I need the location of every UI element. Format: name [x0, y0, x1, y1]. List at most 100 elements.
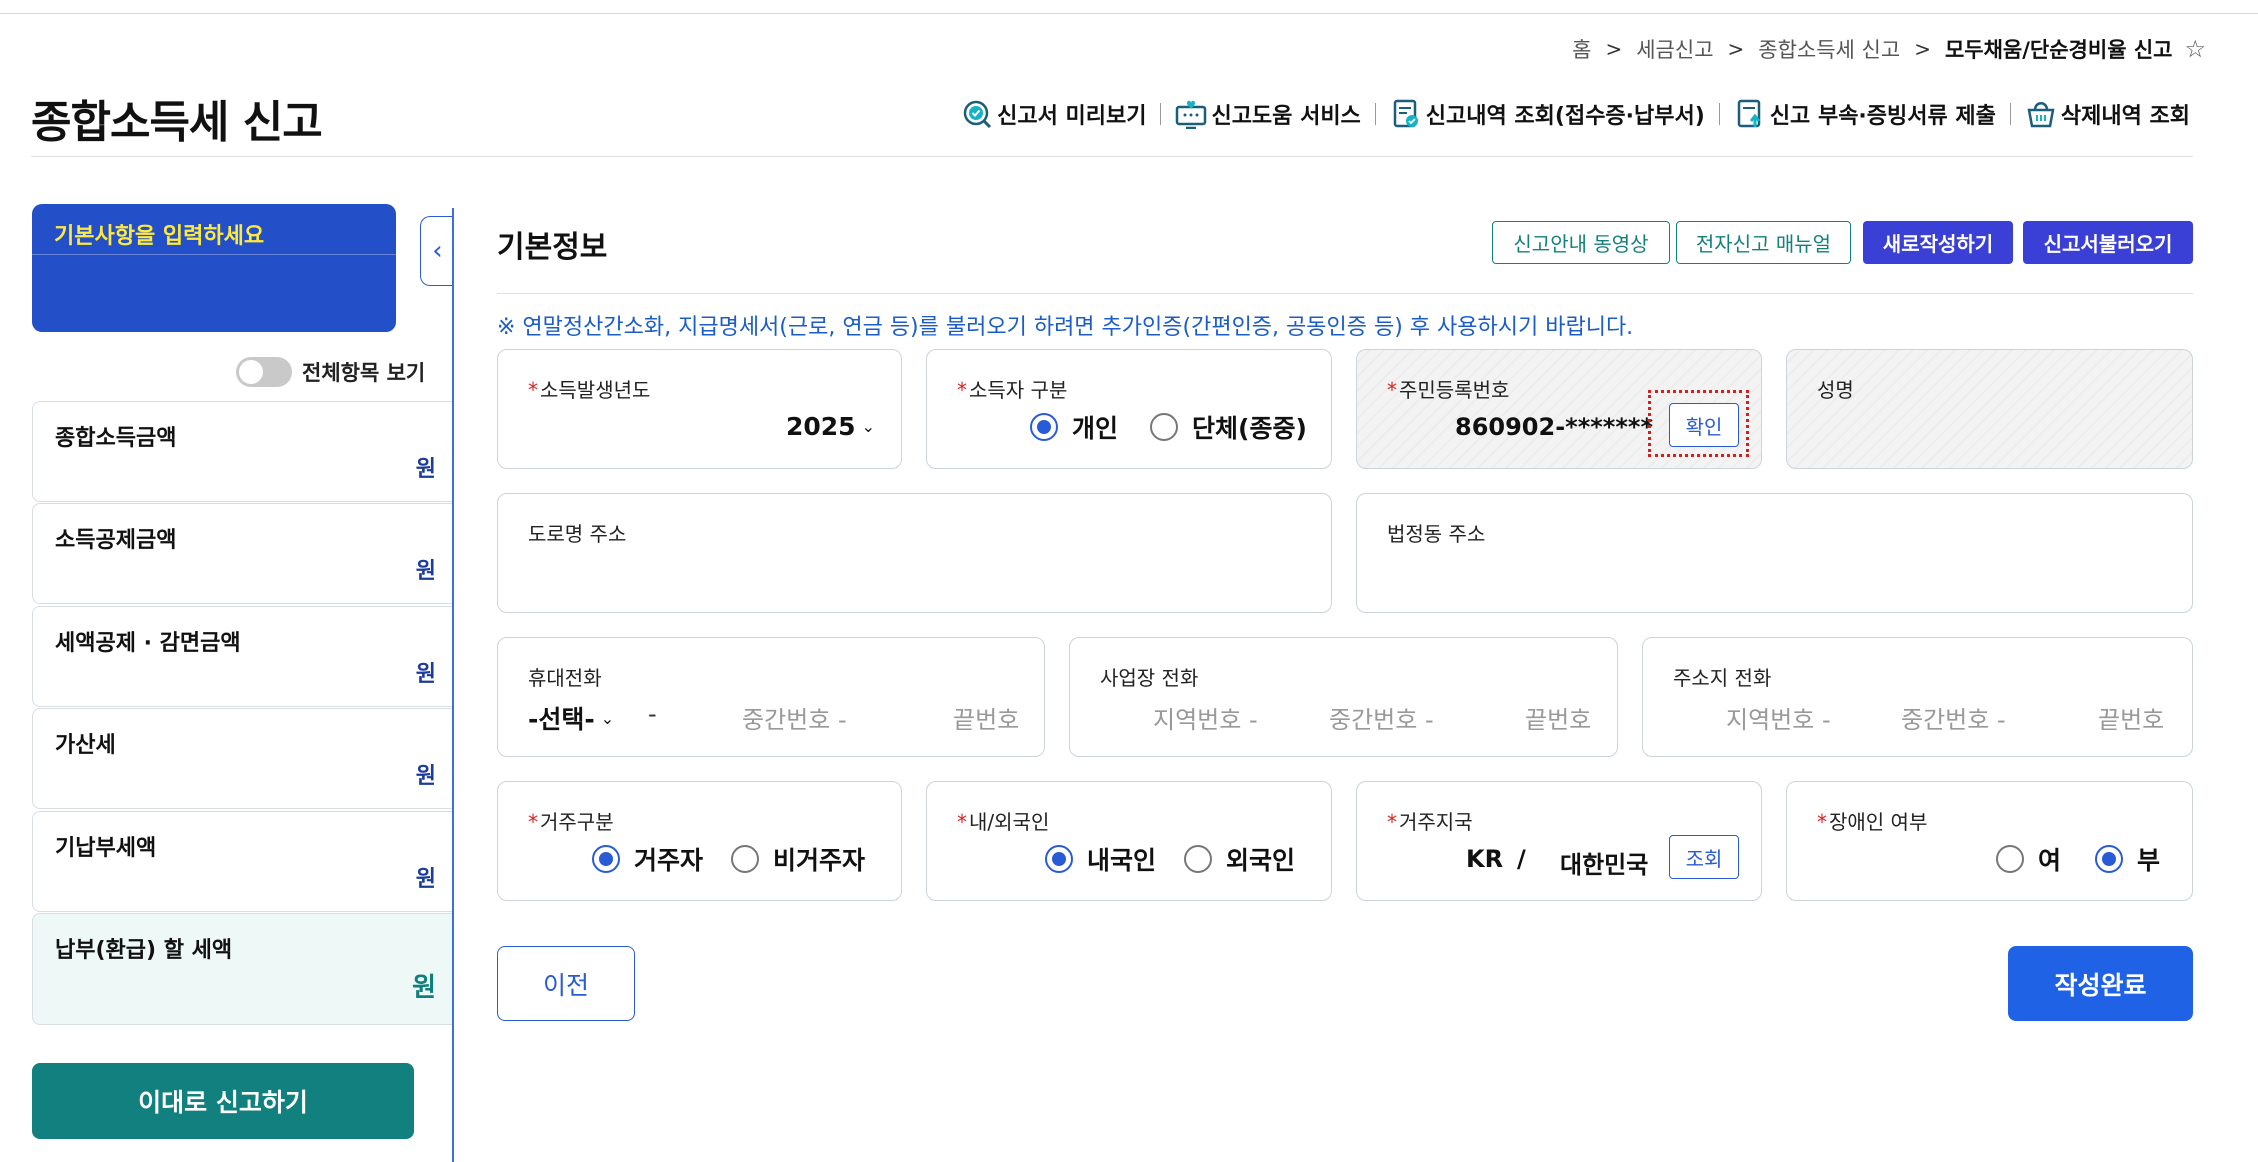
country-field: * 거주지국 KR / 대한민국 조회	[1356, 781, 1762, 901]
field-label: * 주민등록번호	[1387, 378, 1510, 402]
home-middle-input[interactable]: 중간번호 -	[1901, 700, 2006, 735]
field-label: * 소득자 구분	[957, 378, 1068, 402]
sidebar-item-unit: 원	[415, 662, 436, 687]
mobile-last-input[interactable]: 끝번호	[953, 700, 1019, 735]
required-mark: *	[957, 378, 967, 402]
previous-button[interactable]: 이전	[497, 946, 635, 1021]
sidebar-item-penalty-tax[interactable]: 가산세 원	[32, 708, 452, 809]
required-mark: *	[1387, 378, 1397, 402]
radio-yes[interactable]: 여	[1996, 841, 2061, 877]
document-upload-icon	[1734, 98, 1766, 130]
top-links: 신고서 미리보기 신고도움 서비스 신고내역 조회(접수증·납부서) 신고 부속…	[961, 98, 2190, 130]
lot-address-field[interactable]: 법정동 주소	[1356, 493, 2193, 613]
radio-domestic[interactable]: 내국인	[1045, 841, 1156, 877]
biz-area-input[interactable]: 지역번호 -	[1153, 700, 1258, 735]
road-address-field[interactable]: 도로명 주소	[497, 493, 1332, 613]
preview-link-label: 신고서 미리보기	[997, 104, 1147, 129]
chevron-right-icon: >	[1727, 37, 1745, 61]
breadcrumb-current: 모두채움/단순경비율 신고	[1944, 38, 2173, 62]
sidebar-item-label: 세액공제 · 감면금액	[55, 631, 241, 656]
breadcrumb-income-tax[interactable]: 종합소득세 신고	[1758, 34, 1900, 64]
sidebar-item-total-income[interactable]: 종합소득금액 원	[32, 401, 452, 502]
star-icon[interactable]: ☆	[2184, 35, 2206, 63]
mobile-middle-input[interactable]: 중간번호 -	[742, 700, 847, 735]
help-service-link[interactable]: 신고도움 서비스	[1175, 98, 1361, 130]
biz-middle-input[interactable]: 중간번호 -	[1329, 700, 1434, 735]
radio-resident[interactable]: 거주자	[592, 841, 703, 877]
sidebar-border	[452, 208, 454, 1162]
required-mark: *	[1387, 810, 1397, 834]
country-search-button[interactable]: 조회	[1669, 835, 1739, 879]
radio-circle	[731, 845, 760, 873]
radio-nonresident[interactable]: 비거주자	[731, 841, 865, 877]
deleted-history-link[interactable]: 삭제내역 조회	[2025, 98, 2190, 130]
sidebar-item-tax-credit[interactable]: 세액공제 · 감면금액 원	[32, 606, 452, 707]
manual-button[interactable]: 전자신고 매뉴얼	[1676, 221, 1851, 264]
divider	[2009, 103, 2011, 125]
monitor-heart-icon	[1175, 98, 1207, 130]
required-mark: *	[528, 810, 538, 834]
file-report-button[interactable]: 이대로 신고하기	[32, 1063, 414, 1139]
show-all-toggle[interactable]: 전체항목 보기	[236, 357, 425, 387]
sidebar-info-box: 기본사항을 입력하세요	[32, 204, 396, 332]
basket-icon	[2025, 98, 2057, 130]
biz-last-input[interactable]: 끝번호	[1525, 700, 1591, 735]
income-year-field: * 소득발생년도 2025 ⌄	[497, 349, 902, 469]
home-last-input[interactable]: 끝번호	[2098, 700, 2164, 735]
sidebar-item-tax-due[interactable]: 납부(환급) 할 세액 원	[32, 913, 452, 1025]
radio-circle	[1996, 845, 2024, 873]
top-border	[0, 0, 2258, 14]
radio-circle	[1150, 413, 1179, 441]
help-service-link-label: 신고도움 서비스	[1211, 104, 1361, 129]
chevron-down-icon: ⌄	[600, 708, 615, 728]
new-report-button[interactable]: 새로작성하기	[1863, 221, 2013, 264]
sidebar-item-income-deduction[interactable]: 소득공제금액 원	[32, 503, 452, 604]
attachments-link-label: 신고 부속·증빙서류 제출	[1769, 104, 1996, 129]
country-slash: /	[1517, 845, 1526, 873]
radio-individual[interactable]: 개인	[1030, 409, 1118, 445]
nationality-field: * 내/외국인 내국인 외국인	[926, 781, 1332, 901]
chevron-right-icon: >	[1914, 37, 1931, 61]
history-link[interactable]: 신고내역 조회(접수증·납부서)	[1390, 98, 1705, 130]
separator-dash: -	[648, 700, 657, 728]
field-label: 도로명 주소	[528, 522, 627, 546]
confirm-button[interactable]: 확인	[1669, 403, 1739, 447]
disability-field: * 장애인 여부 여 부	[1786, 781, 2193, 901]
guide-video-button[interactable]: 신고안내 동영상	[1492, 221, 1670, 264]
history-link-label: 신고내역 조회(접수증·납부서)	[1425, 104, 1705, 129]
field-label: * 거주구분	[528, 810, 614, 834]
residency-field: * 거주구분 거주자 비거주자	[497, 781, 902, 901]
radio-foreigner[interactable]: 외국인	[1184, 841, 1295, 877]
complete-button[interactable]: 작성완료	[2008, 946, 2193, 1021]
divider	[32, 254, 396, 255]
sidebar-item-label: 종합소득금액	[55, 426, 177, 451]
attachments-link[interactable]: 신고 부속·증빙서류 제출	[1734, 98, 1996, 130]
toggle-switch[interactable]	[236, 357, 292, 387]
breadcrumb-tax-report[interactable]: 세금신고	[1636, 34, 1713, 64]
required-mark: *	[957, 810, 967, 834]
breadcrumb: 홈 > 세금신고 > 종합소득세 신고 > 모두채움/단순경비율 신고 ☆	[1572, 34, 2206, 64]
home-area-input[interactable]: 지역번호 -	[1726, 700, 1831, 735]
sidebar-item-label: 기납부세액	[55, 836, 157, 861]
sidebar-item-unit: 원	[415, 559, 436, 584]
radio-no[interactable]: 부	[2095, 841, 2160, 877]
chevron-down-icon: ⌄	[861, 417, 875, 436]
field-label: 사업장 전화	[1100, 666, 1199, 690]
nationality-radios: 내국인 외국인	[1045, 841, 1295, 877]
sidebar-item-unit: 원	[415, 867, 436, 892]
required-mark: *	[528, 378, 538, 402]
sidebar-item-label: 납부(환급) 할 세액	[55, 938, 233, 963]
mobile-prefix-select[interactable]: -선택- ⌄	[528, 700, 614, 736]
year-select[interactable]: 2025 ⌄	[786, 412, 875, 441]
required-mark: *	[1817, 810, 1827, 834]
field-label: 법정동 주소	[1387, 522, 1486, 546]
sidebar-item-prepaid-tax[interactable]: 기납부세액 원	[32, 811, 452, 912]
chevron-left-icon: ‹	[432, 236, 443, 266]
mobile-phone-field: 휴대전화 -선택- ⌄ - 중간번호 - 끝번호	[497, 637, 1045, 757]
breadcrumb-home[interactable]: 홈	[1572, 34, 1591, 64]
load-report-button[interactable]: 신고서불러오기	[2023, 221, 2193, 264]
sidebar-collapse-button[interactable]: ‹	[420, 216, 454, 286]
sidebar-info-title: 기본사항을 입력하세요	[54, 224, 265, 249]
preview-link[interactable]: 신고서 미리보기	[961, 98, 1146, 130]
radio-group[interactable]: 단체(종중)	[1150, 409, 1307, 445]
